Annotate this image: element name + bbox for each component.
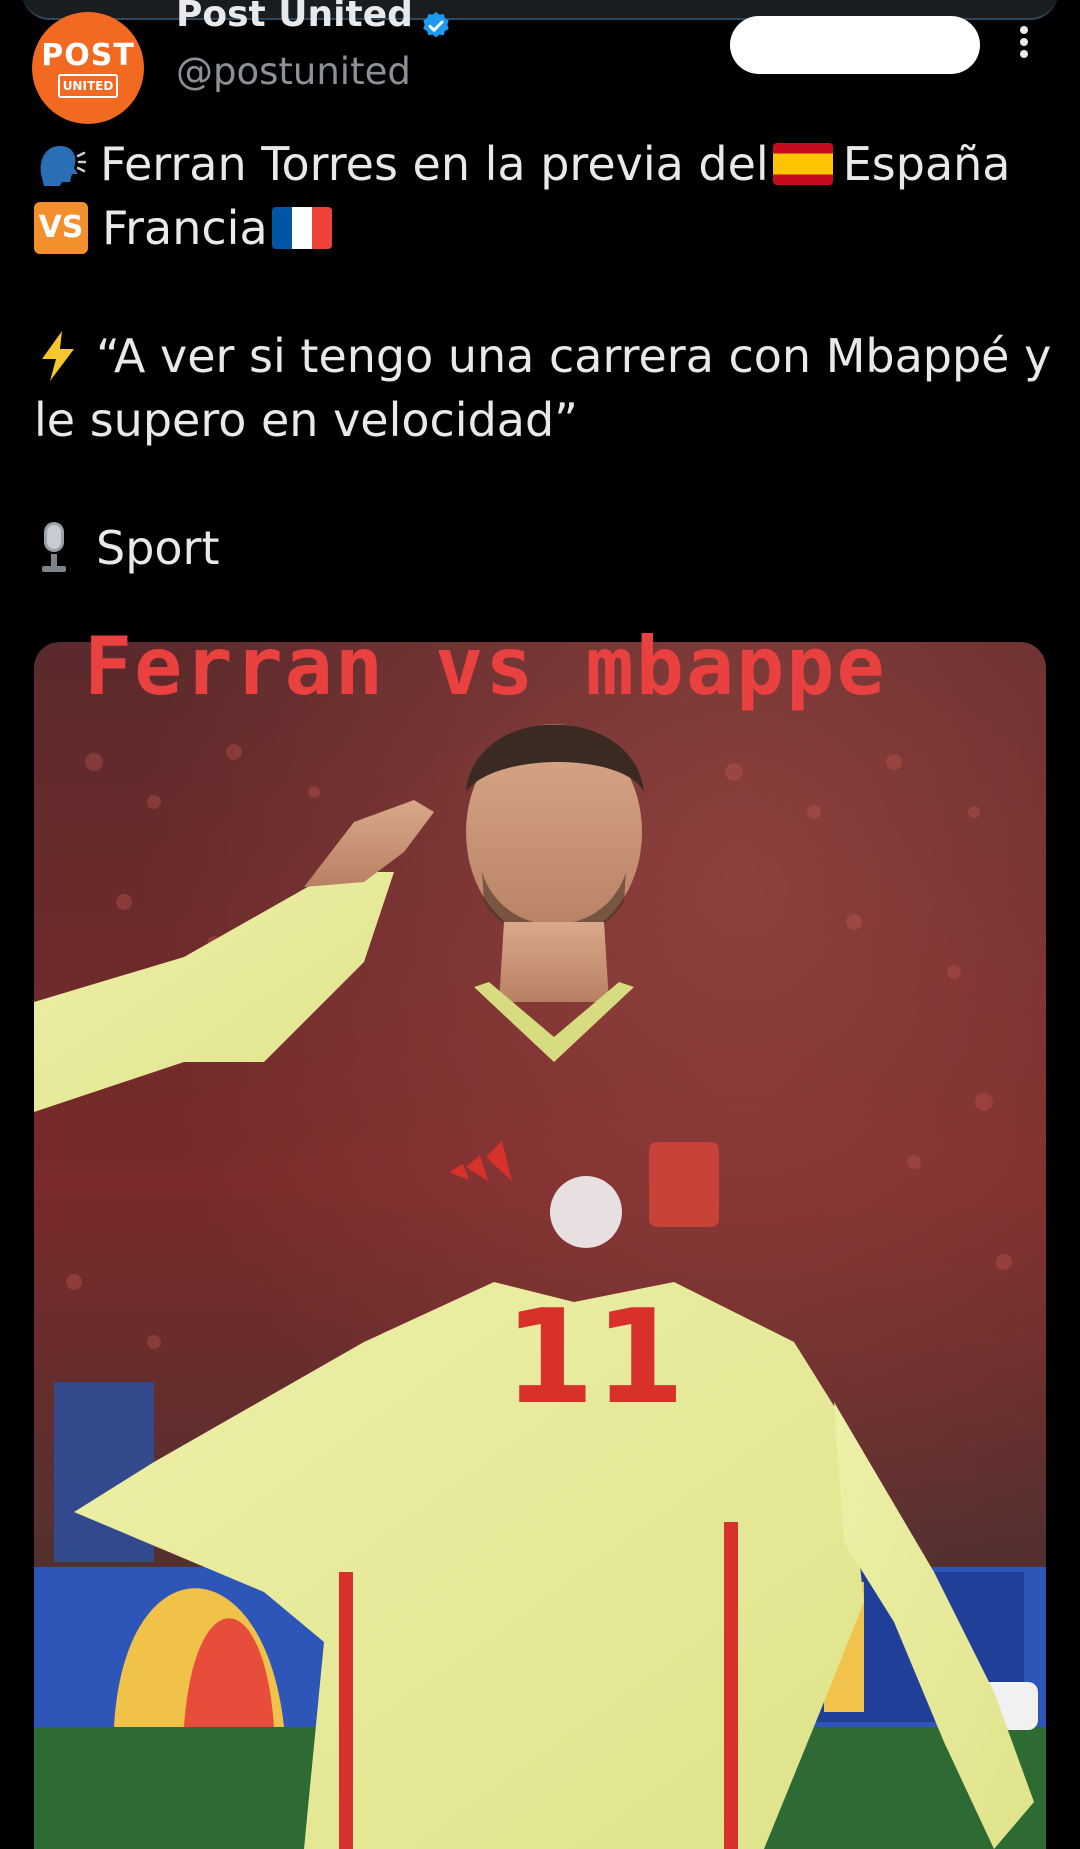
lightning-icon xyxy=(42,330,74,381)
handle[interactable]: @postunited xyxy=(176,50,411,93)
tweet-line-1: Ferran Torres en la previa del España xyxy=(34,132,1054,196)
tweet-line-2: VS Francia xyxy=(34,196,1054,260)
tweet-quote-line-2: le supero en velocidad” xyxy=(34,393,579,447)
player-photo: 11 xyxy=(34,642,1046,1849)
more-icon[interactable] xyxy=(1012,22,1036,62)
tweet-source-text: Sport xyxy=(96,521,220,575)
avatar-subtext: UNITED xyxy=(58,74,118,98)
tweet-text: Ferran Torres en la previa del España VS F… xyxy=(34,132,1054,580)
tweet-line-1-text: Ferran Torres en la previa del xyxy=(100,137,769,191)
avatar[interactable]: POST UNITED xyxy=(32,12,144,124)
tweet-quote-text-1: “A ver si tengo una carrera con Mbappé y xyxy=(96,329,1052,383)
tweet-header: POST UNITED Post United @postunited xyxy=(0,0,1080,124)
follow-button[interactable] xyxy=(730,16,980,74)
spain-flag-icon xyxy=(772,142,833,185)
tweet-media-image[interactable]: 11 xyxy=(34,642,1046,1849)
france-flag-icon xyxy=(271,206,332,249)
tweet-line-1-end: España xyxy=(842,137,1011,191)
tweet-line-2-text: Francia xyxy=(102,201,268,255)
tweet-source-line: Sport xyxy=(34,516,1054,580)
jersey-number: 11 xyxy=(504,1281,685,1433)
tweet-quote-line-1: “A ver si tengo una carrera con Mbappé y xyxy=(34,324,1054,388)
image-overlay-title: Ferran vs mbappe xyxy=(84,620,887,713)
avatar-text: POST xyxy=(41,38,135,73)
speaking-head-icon xyxy=(40,145,86,186)
verified-icon xyxy=(423,12,449,38)
microphone-icon xyxy=(42,521,66,572)
vs-icon: VS xyxy=(34,201,88,254)
display-name[interactable]: Post United xyxy=(176,0,413,35)
